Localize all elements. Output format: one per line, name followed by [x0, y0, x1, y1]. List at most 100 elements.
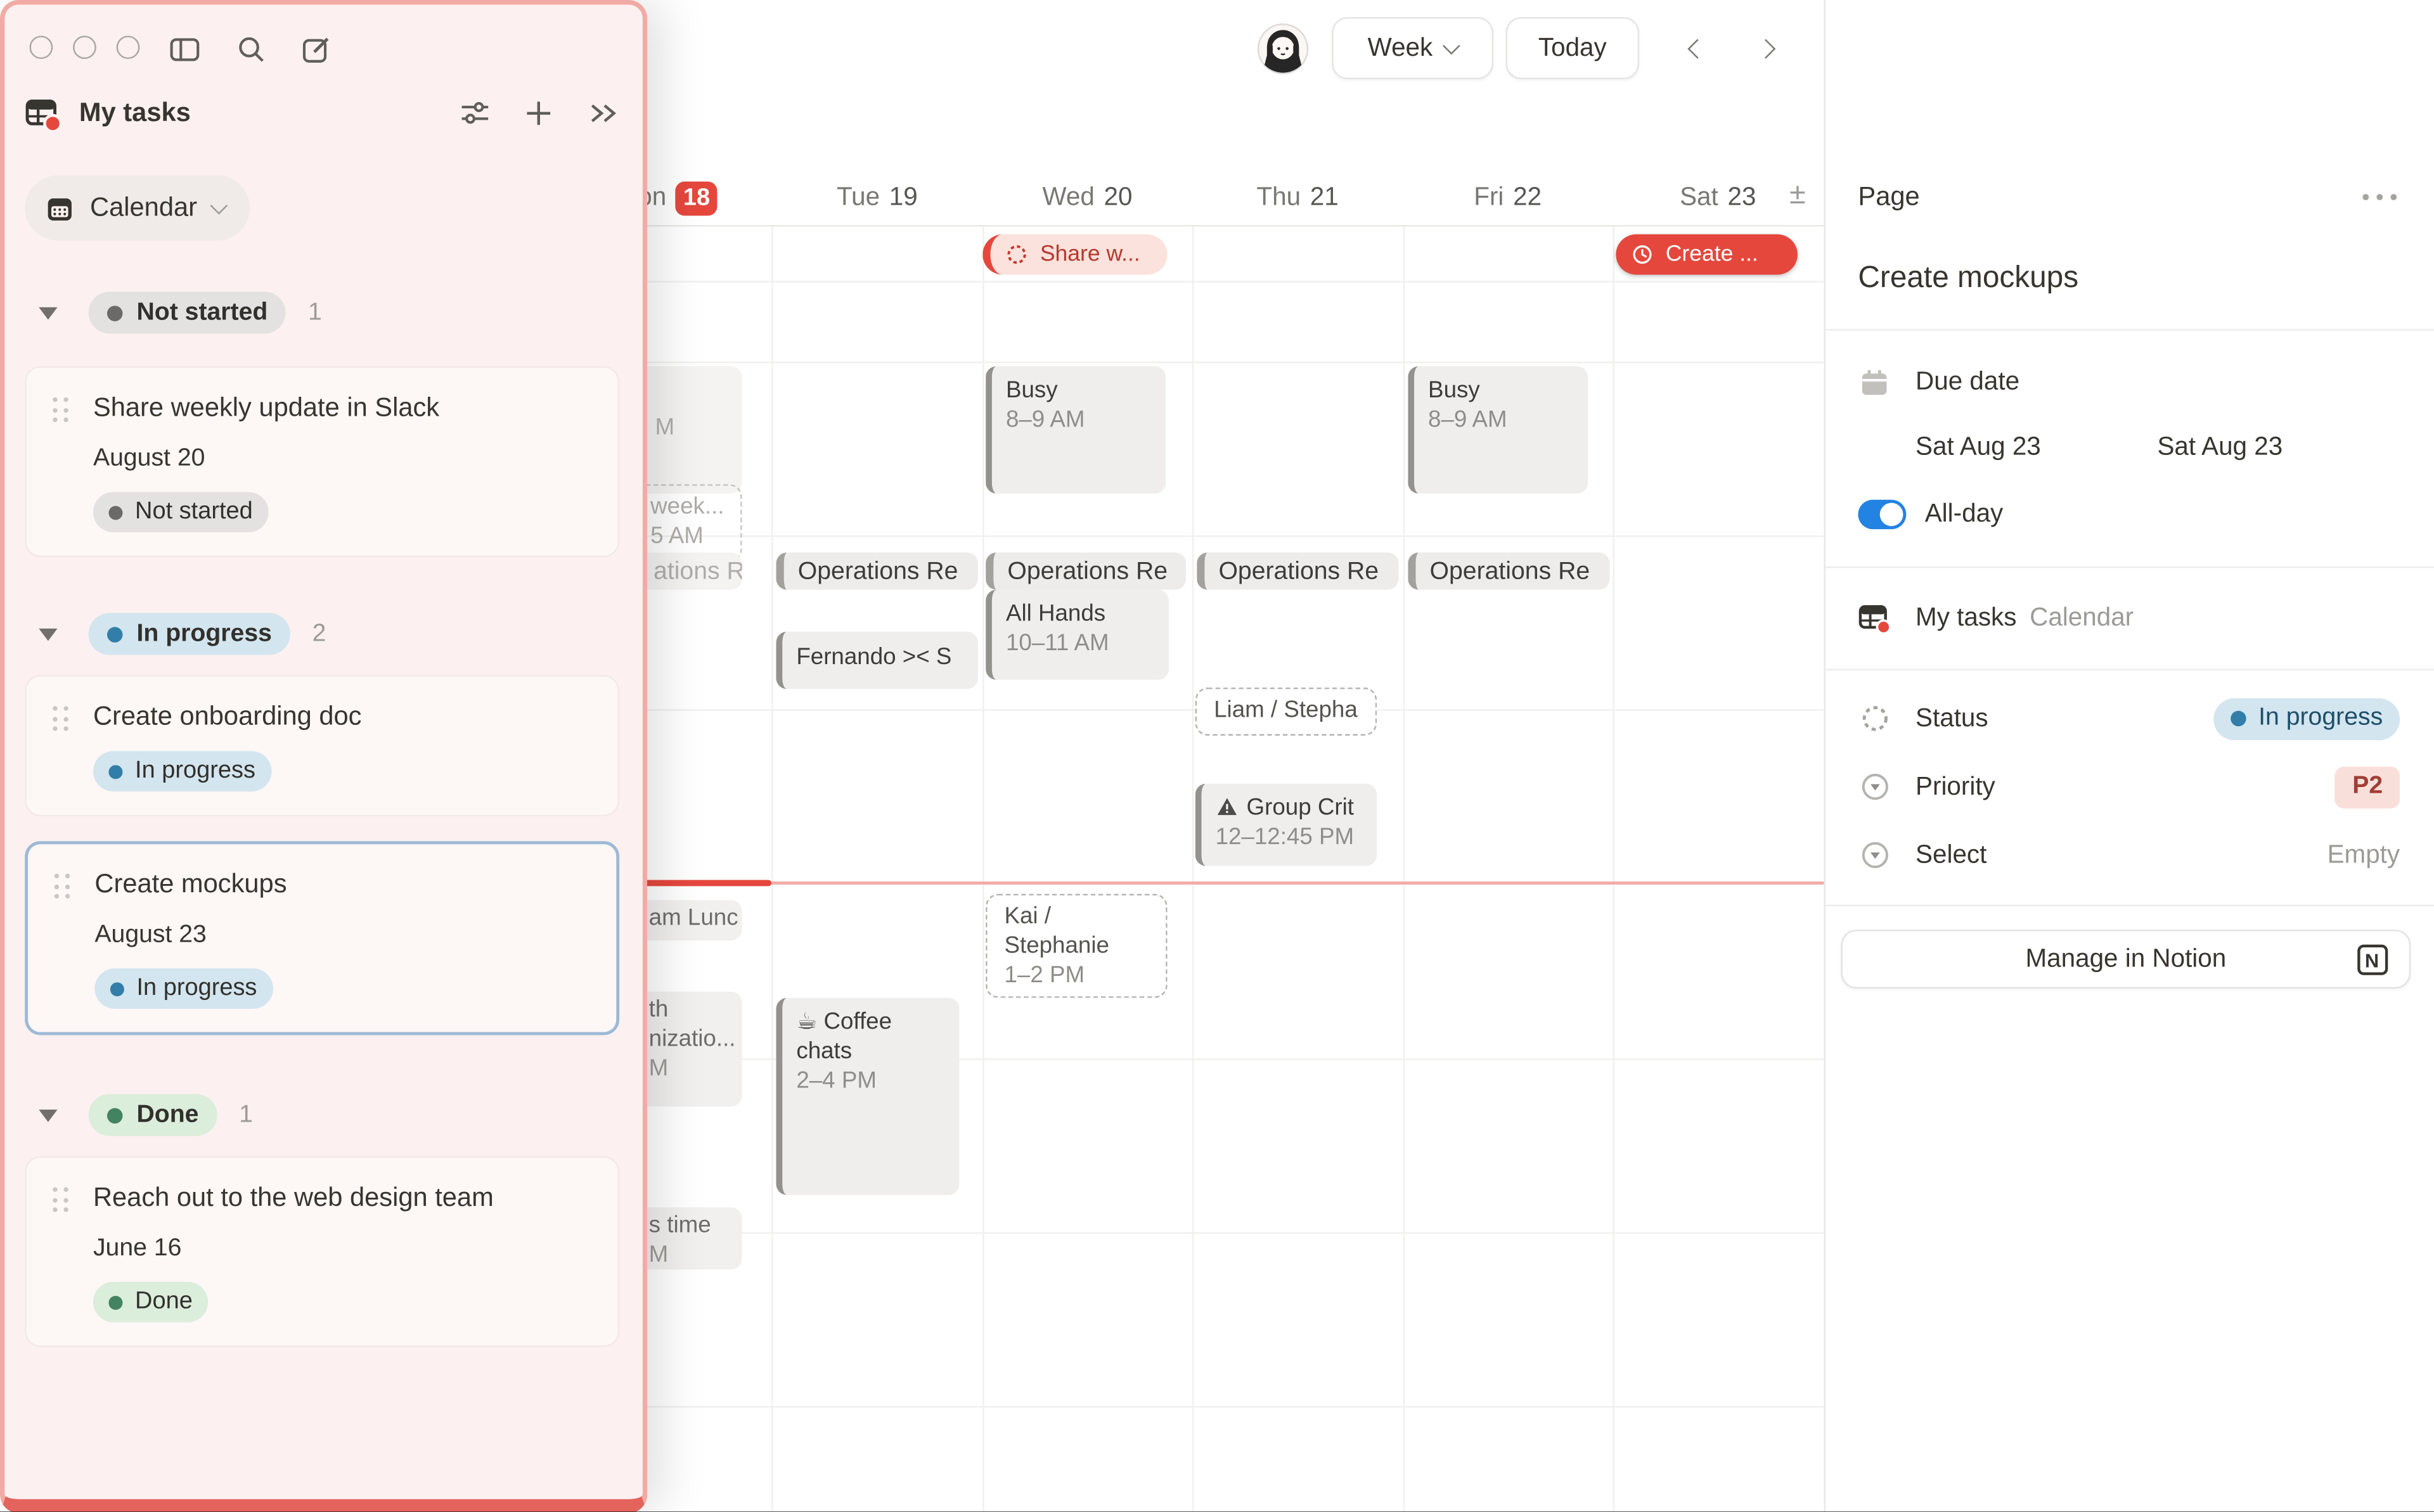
event-kai-stephanie-wed[interactable]: Kai /Stephanie1–2 PM: [986, 894, 1168, 998]
event-line: 5 AM: [650, 522, 728, 551]
tasks-db-icon: [1858, 601, 1890, 636]
group-status-pill[interactable]: In progress: [89, 613, 291, 655]
task-status-pill[interactable]: In progress: [94, 968, 273, 1009]
group-header-green[interactable]: Done1: [39, 1094, 643, 1136]
compose-icon[interactable]: [301, 34, 332, 65]
group-header-gray[interactable]: Not started1: [39, 292, 643, 333]
group-status-pill[interactable]: Done: [89, 1094, 217, 1136]
task-card[interactable]: Create onboarding docIn progress: [25, 675, 619, 816]
grid-line: [562, 709, 1824, 710]
allday-label: All-day: [1925, 500, 2004, 530]
manage-in-notion-button[interactable]: Manage in Notion N: [1841, 930, 2411, 989]
view-switcher-calendar[interactable]: Calendar: [25, 176, 250, 241]
prev-week-icon[interactable]: [1683, 34, 1711, 62]
group-count: 2: [312, 620, 326, 648]
svg-text:N: N: [2365, 950, 2379, 972]
event-busy-wed[interactable]: Busy8–9 AM: [986, 366, 1166, 494]
property-value[interactable]: Empty: [2328, 840, 2400, 870]
event-group-crit-thu[interactable]: Group Crit12–12:45 PM: [1195, 784, 1377, 866]
group-status-pill[interactable]: Not started: [89, 292, 287, 333]
collapse-triangle-icon[interactable]: [39, 628, 57, 641]
due-date-start[interactable]: Sat Aug 23: [1916, 433, 2041, 463]
event-busy-fri[interactable]: Busy8–9 AM: [1408, 366, 1588, 494]
event-line: Fernando >< S: [796, 643, 965, 672]
day-label: Wed: [1042, 183, 1094, 213]
collapse-sidebar-icon[interactable]: [585, 98, 621, 129]
source-calendar-row[interactable]: My tasks Calendar: [1858, 601, 2400, 636]
details-panel: Page Create mockups Due date Sat Aug 23 …: [1824, 0, 2434, 1512]
my-tasks-sidebar: My tasks Calendar Not started1Share week…: [0, 0, 647, 1512]
scale-icon[interactable]: ±: [1779, 176, 1817, 216]
event-operations-thu[interactable]: Operations Re: [1197, 553, 1398, 590]
today-button[interactable]: Today: [1506, 17, 1640, 79]
event-operations-tue[interactable]: Operations Re: [776, 553, 977, 590]
due-date-end[interactable]: Sat Aug 23: [2157, 433, 2283, 463]
zoom-button[interactable]: [117, 35, 140, 59]
view-switcher-week-button[interactable]: Week: [1332, 17, 1493, 79]
app-window: Week Today Mon18Tue19Wed20Thu21Fri22Sat2…: [0, 0, 2434, 1512]
property-row-priority[interactable]: PriorityP2: [1858, 762, 2400, 811]
collapse-triangle-icon[interactable]: [39, 307, 57, 319]
day-header-tue[interactable]: Tue19: [772, 170, 982, 225]
task-card-date: August 23: [94, 920, 591, 951]
close-button[interactable]: [30, 35, 53, 59]
next-week-icon[interactable]: [1751, 34, 1779, 62]
task-status-label: Not started: [135, 498, 253, 526]
allday-share-weekly[interactable]: Share w...: [982, 234, 1167, 275]
drag-handle-icon[interactable]: [55, 874, 72, 900]
property-row-select[interactable]: SelectEmpty: [1858, 830, 2400, 880]
allday-create-mockups[interactable]: Create ...: [1616, 234, 1798, 275]
property-row-status[interactable]: StatusIn progress: [1858, 694, 2400, 743]
due-date-label: Due date: [1916, 368, 2019, 397]
drag-handle-icon[interactable]: [53, 1187, 70, 1214]
collapse-triangle-icon[interactable]: [39, 1109, 57, 1122]
tasks-db-icon: [25, 96, 60, 131]
event-coffee-chats-tue[interactable]: ☕ Coffeechats2–4 PM: [776, 998, 959, 1195]
avatar[interactable]: [1258, 23, 1309, 75]
event-fernando-tue[interactable]: Fernando >< S: [776, 632, 977, 689]
add-task-icon[interactable]: [523, 98, 554, 129]
task-card[interactable]: Create mockupsAugust 23In progress: [25, 841, 619, 1035]
manage-button-label: Manage in Notion: [2025, 944, 2226, 974]
event-line: M: [649, 1240, 730, 1270]
window-controls[interactable]: [30, 35, 140, 59]
allday-event-title: Share w...: [1040, 242, 1140, 267]
allday-toggle[interactable]: [1858, 500, 1906, 530]
clock-icon: [1630, 242, 1654, 267]
event-operations-fri[interactable]: Operations Re: [1408, 553, 1609, 590]
day-header-fri[interactable]: Fri22: [1403, 170, 1613, 225]
divider: [1826, 905, 2434, 906]
minimize-button[interactable]: [73, 35, 96, 59]
drag-handle-icon[interactable]: [53, 397, 70, 424]
task-status-pill[interactable]: In progress: [93, 751, 271, 791]
event-liam-stephanie-thu[interactable]: Liam / Stepha: [1195, 688, 1377, 736]
property-value[interactable]: P2: [2335, 766, 2400, 808]
event-operations-wed[interactable]: Operations Re: [986, 553, 1186, 590]
group-header-blue[interactable]: In progress 2: [39, 613, 643, 655]
status-icon: [1858, 703, 1890, 734]
grid-line: [562, 1232, 1824, 1233]
event-line: ☕ Coffee: [796, 1007, 947, 1037]
task-title[interactable]: Create mockups: [1858, 260, 2078, 296]
divider: [1826, 329, 2434, 330]
day-header-thu[interactable]: Thu21: [1192, 170, 1403, 225]
due-date-row: Due date: [1858, 366, 2400, 399]
calendar-view-icon: [45, 193, 75, 223]
sidebar-toggle-icon[interactable]: [167, 34, 202, 65]
event-all-hands-wed[interactable]: All Hands10–11 AM: [986, 590, 1169, 680]
status-dot-icon: [108, 1295, 122, 1309]
task-card[interactable]: Share weekly update in SlackAugust 20Not…: [25, 366, 619, 557]
task-status-pill[interactable]: Not started: [93, 492, 268, 532]
view-switcher-label: Week: [1368, 34, 1433, 63]
task-status-pill[interactable]: Done: [93, 1282, 208, 1323]
status-dot-icon: [110, 982, 124, 996]
property-value[interactable]: In progress: [2213, 698, 2400, 740]
more-icon[interactable]: [2362, 183, 2397, 211]
task-card[interactable]: Reach out to the web design teamJune 16D…: [25, 1156, 619, 1347]
day-label: Sat: [1680, 183, 1718, 213]
filter-icon[interactable]: [458, 98, 492, 129]
event-line: Liam / Stepha: [1214, 695, 1363, 725]
search-icon[interactable]: [236, 34, 267, 65]
day-header-wed[interactable]: Wed20: [982, 170, 1193, 225]
drag-handle-icon[interactable]: [53, 706, 70, 733]
